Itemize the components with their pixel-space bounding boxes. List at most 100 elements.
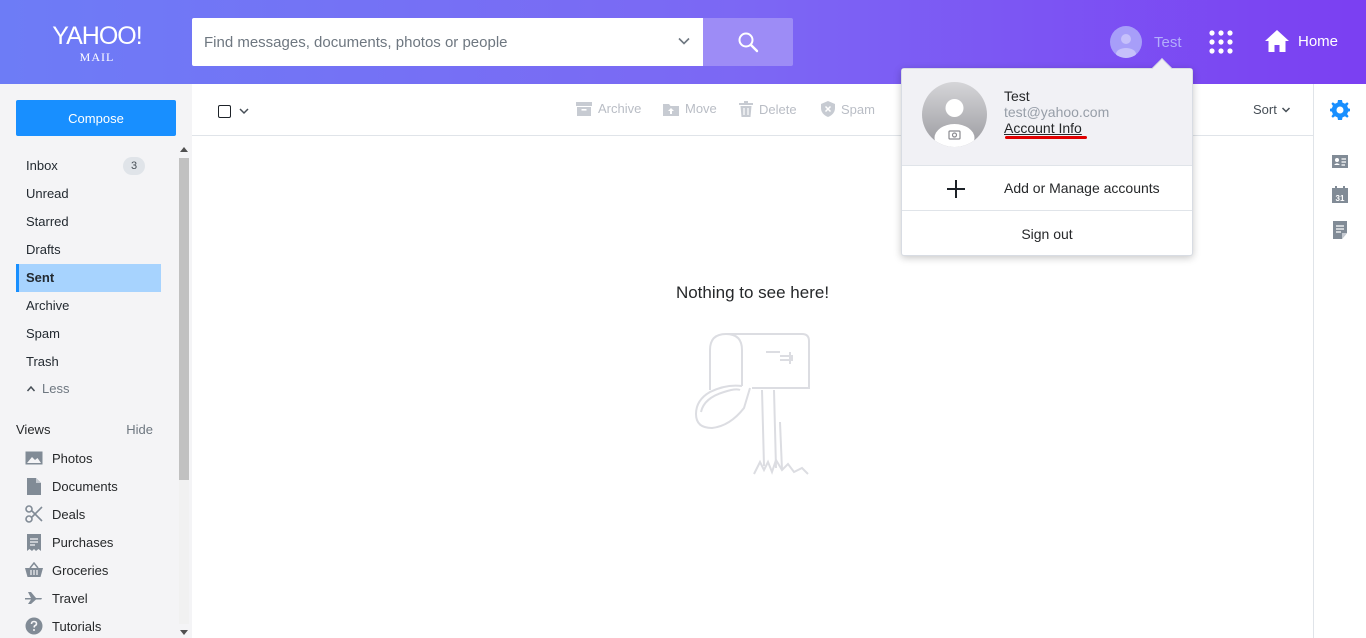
sort-button[interactable]: Sort [1253,102,1291,117]
view-label: Photos [52,450,93,466]
unread-count-badge: 3 [123,157,145,175]
folder-label: Starred [26,214,69,229]
profile-photo[interactable] [922,82,987,147]
chevron-down-icon[interactable] [238,106,250,116]
home-button[interactable]: Home [1264,28,1338,54]
sort-label: Sort [1253,102,1277,117]
empty-mailbox-illustration [694,333,810,475]
search-input[interactable] [192,18,662,66]
document-icon [24,476,44,496]
avatar [1110,26,1142,58]
move-icon [663,103,679,116]
folder-label: Drafts [26,242,61,257]
account-name: Test [1004,88,1030,104]
basket-icon [24,560,44,580]
gear-icon[interactable] [1330,100,1350,120]
account-popup: Test test@yahoo.com Account Info Add or … [901,58,1193,256]
folder-spam[interactable]: Spam [16,320,161,348]
view-purchases[interactable]: Purchases [16,528,161,556]
profile-button[interactable]: Test [1110,25,1182,59]
folder-list: Inbox 3 Unread Starred Drafts Sent Archi… [16,152,161,402]
folder-drafts[interactable]: Drafts [16,236,161,264]
view-label: Purchases [52,534,114,550]
search-box [192,18,703,66]
search-button[interactable] [703,18,793,66]
move-label: Move [685,101,717,116]
folder-unread[interactable]: Unread [16,180,161,208]
less-toggle[interactable]: Less [16,376,161,402]
archive-label: Archive [598,101,642,116]
search-icon [738,32,759,53]
plus-icon [947,180,965,198]
folder-trash[interactable]: Trash [16,348,161,376]
scroll-thumb[interactable] [179,158,189,480]
trash-icon [739,101,753,117]
scissors-icon [24,504,44,524]
person-icon [934,99,975,147]
folder-sent[interactable]: Sent [16,264,161,292]
account-info-link[interactable]: Account Info [1004,120,1082,136]
view-documents[interactable]: Documents [16,472,161,500]
folder-label: Unread [26,186,69,201]
views-header: Views Hide [16,416,153,444]
spam-label: Spam [841,101,875,117]
sign-out-button[interactable]: Sign out [902,212,1192,256]
help-icon [24,616,44,636]
calendar-icon[interactable]: 31 [1330,185,1350,205]
home-label: Home [1298,32,1339,50]
delete-button[interactable]: Delete [739,101,797,117]
scroll-up-arrow[interactable] [180,147,188,152]
folder-inbox[interactable]: Inbox 3 [16,152,161,180]
scroll-down-arrow[interactable] [180,630,188,635]
delete-label: Delete [759,101,797,117]
view-label: Documents [52,478,118,494]
chevron-down-icon[interactable] [677,34,691,48]
chevron-down-icon [1281,106,1290,113]
highlight-underline [1005,136,1087,139]
archive-icon [576,101,592,116]
views-list: Photos Documents Deals Purchases Groceri… [16,444,161,638]
view-label: Tutorials [52,618,102,634]
view-deals[interactable]: Deals [16,500,161,528]
account-summary: Test test@yahoo.com Account Info [902,69,1192,166]
notepad-icon[interactable] [1330,220,1350,240]
compose-button[interactable]: Compose [16,100,176,136]
folder-label: Archive [26,298,70,313]
logo-line1: YAHOO! [52,22,142,50]
spam-button[interactable]: Spam [821,101,875,117]
folder-label: Spam [26,326,60,341]
folder-label: Inbox [26,158,58,173]
views-hide-button[interactable]: Hide [126,416,153,444]
right-rail: 31 [1313,84,1366,638]
person-icon [1116,34,1136,58]
manage-accounts-button[interactable]: Add or Manage accounts [902,167,1192,211]
apps-grid-button[interactable] [1208,29,1234,55]
left-sidebar: Compose Inbox 3 Unread Starred Drafts Se… [0,84,192,638]
sidebar-scrollbar[interactable] [178,144,190,638]
folder-label: Sent [26,270,55,285]
svg-text:31: 31 [1336,194,1345,203]
receipt-icon [24,532,44,552]
view-groceries[interactable]: Groceries [16,556,161,584]
manage-accounts-label: Add or Manage accounts [1004,180,1160,196]
view-label: Groceries [52,562,109,578]
folder-label: Trash [26,354,59,369]
photo-icon [24,448,44,468]
select-all-checkbox[interactable] [218,105,231,118]
folder-starred[interactable]: Starred [16,208,161,236]
view-photos[interactable]: Photos [16,444,161,472]
contacts-icon[interactable] [1330,152,1350,172]
folder-archive[interactable]: Archive [16,292,161,320]
view-travel[interactable]: Travel [16,584,161,612]
chevron-up-icon [26,385,36,392]
home-icon [1265,30,1289,52]
view-tutorials[interactable]: Tutorials [16,612,161,638]
archive-button[interactable]: Archive [576,101,641,116]
less-label: Less [42,381,70,396]
views-title: Views [16,422,51,437]
grid-icon [1209,30,1233,54]
yahoo-mail-logo[interactable]: YAHOO! MAIL [50,22,144,64]
move-button[interactable]: Move [663,101,717,116]
empty-state-message: Nothing to see here! [675,283,830,302]
shield-icon [821,101,835,117]
